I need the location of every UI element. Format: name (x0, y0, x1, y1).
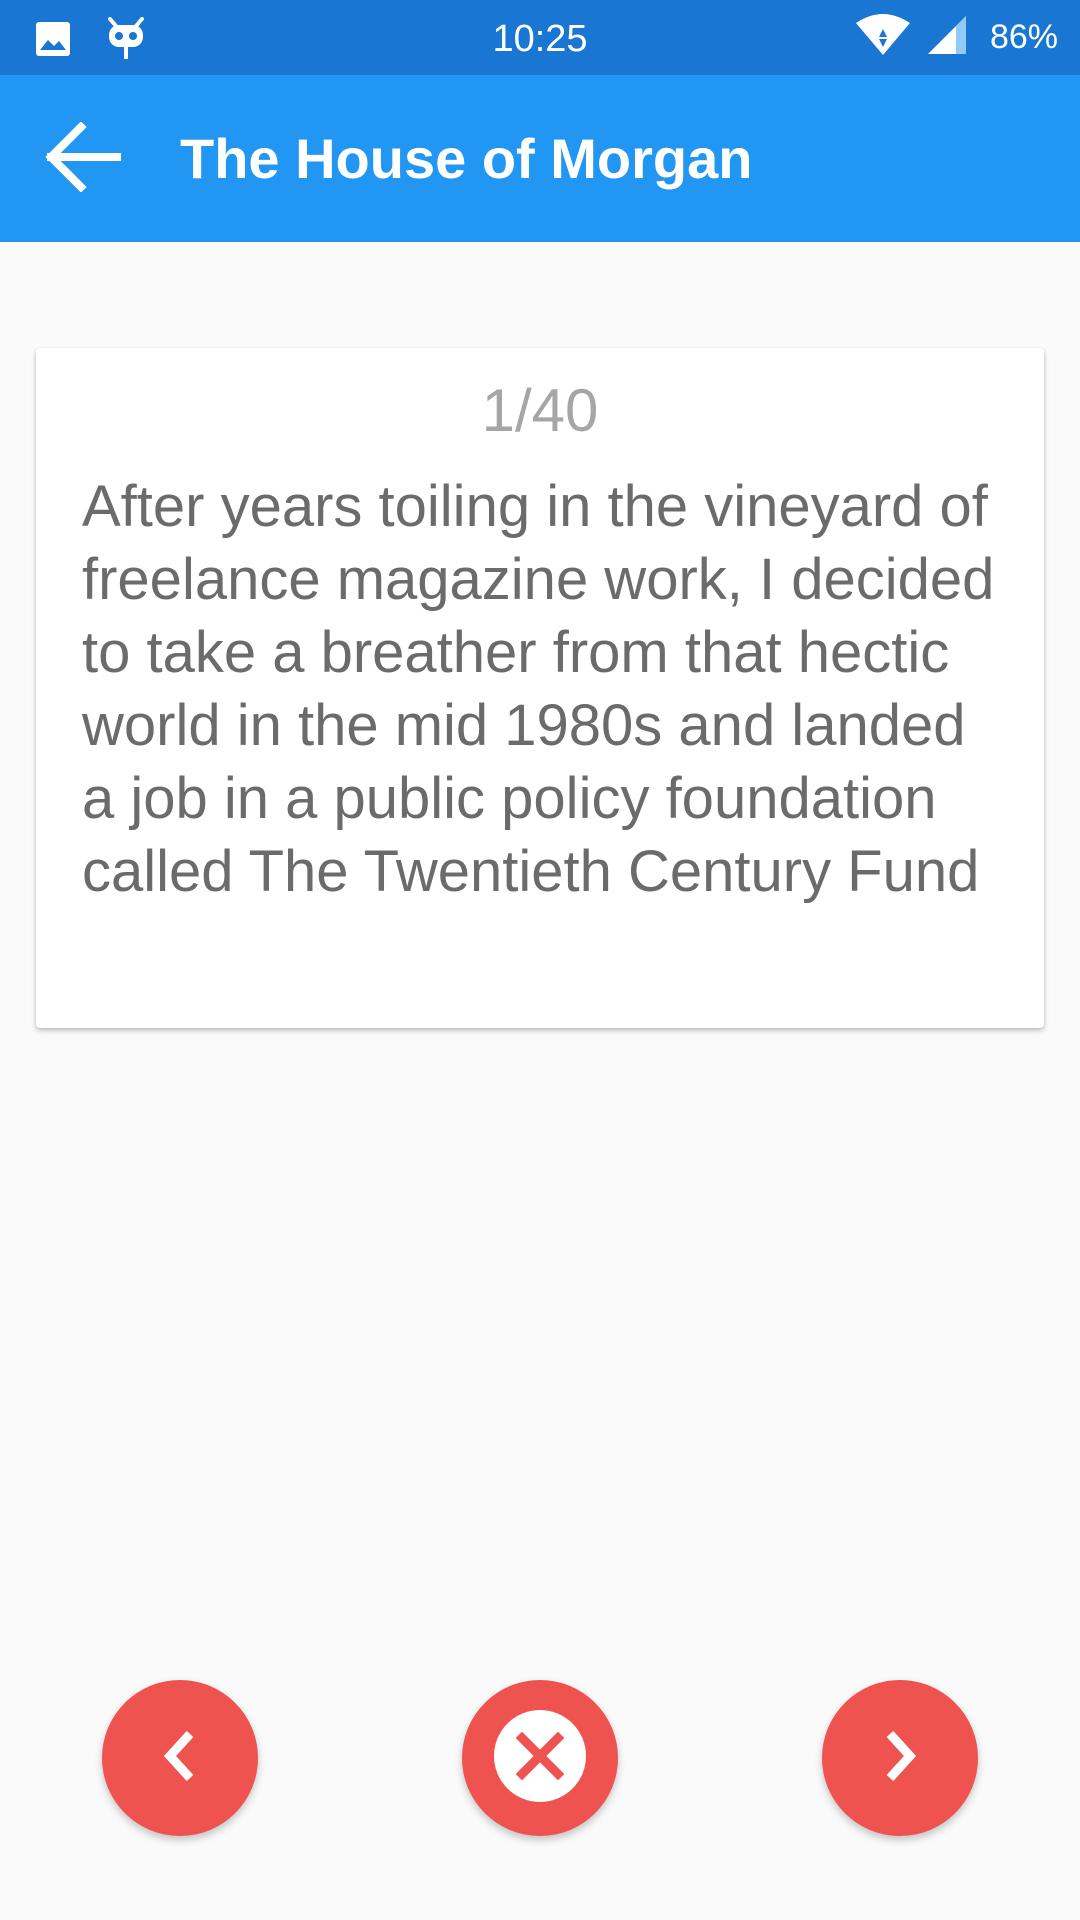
previous-button[interactable] (102, 1680, 258, 1836)
next-button[interactable] (822, 1680, 978, 1836)
app-bar: The House of Morgan (0, 75, 1080, 242)
close-circle-icon (492, 1708, 588, 1809)
passage-text: After years toiling in the vineyard of f… (82, 474, 995, 904)
system-icons: 86% (854, 0, 1058, 75)
close-button[interactable] (462, 1680, 618, 1836)
passage-card: 1/40 After years toiling in the vineyard… (36, 348, 1044, 1028)
back-button[interactable] (38, 117, 128, 201)
page-counter: 1/40 (481, 377, 599, 444)
battery-level: 86% (989, 18, 1058, 56)
wifi-icon (854, 13, 912, 62)
chevron-right-icon (880, 1728, 920, 1789)
page-title: The House of Morgan (180, 127, 753, 190)
status-bar: 10:25 86% (0, 0, 1080, 75)
chevron-left-icon (160, 1728, 200, 1789)
signal-icon (926, 14, 968, 61)
arrow-left-icon (45, 120, 121, 197)
